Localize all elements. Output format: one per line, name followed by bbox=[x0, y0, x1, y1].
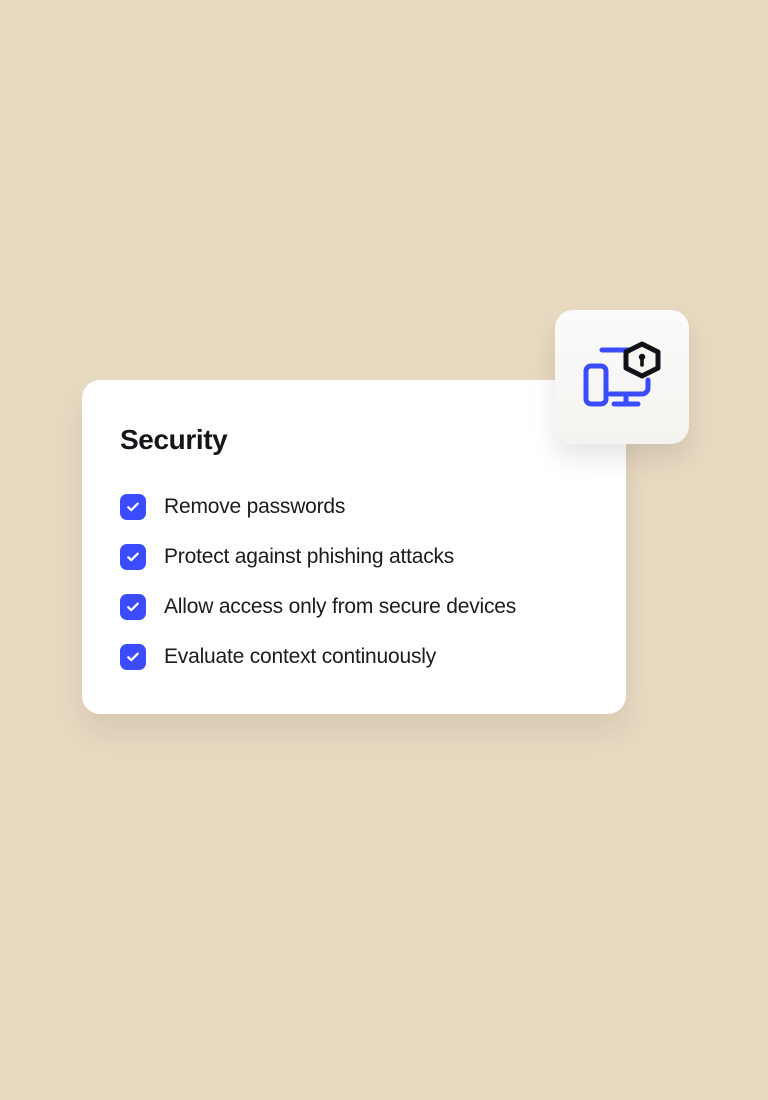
check-row: Protect against phishing attacks bbox=[120, 544, 588, 570]
check-icon bbox=[125, 499, 141, 515]
check-label: Allow access only from secure devices bbox=[164, 595, 516, 619]
check-label: Evaluate context continuously bbox=[164, 645, 436, 669]
check-row: Allow access only from secure devices bbox=[120, 594, 588, 620]
card-title: Security bbox=[120, 424, 588, 456]
checkbox-evaluate-context[interactable] bbox=[120, 644, 146, 670]
security-check-list: Remove passwords Protect against phishin… bbox=[120, 494, 588, 670]
checkbox-remove-passwords[interactable] bbox=[120, 494, 146, 520]
check-icon bbox=[125, 549, 141, 565]
check-row: Evaluate context continuously bbox=[120, 644, 588, 670]
checkbox-protect-phishing[interactable] bbox=[120, 544, 146, 570]
security-card: Security Remove passwords Protect agains… bbox=[82, 380, 626, 714]
security-icon-badge bbox=[555, 310, 689, 444]
check-label: Protect against phishing attacks bbox=[164, 545, 454, 569]
check-row: Remove passwords bbox=[120, 494, 588, 520]
check-label: Remove passwords bbox=[164, 495, 345, 519]
check-icon bbox=[125, 599, 141, 615]
checkbox-secure-devices[interactable] bbox=[120, 594, 146, 620]
check-icon bbox=[125, 649, 141, 665]
secure-devices-icon bbox=[578, 338, 666, 416]
